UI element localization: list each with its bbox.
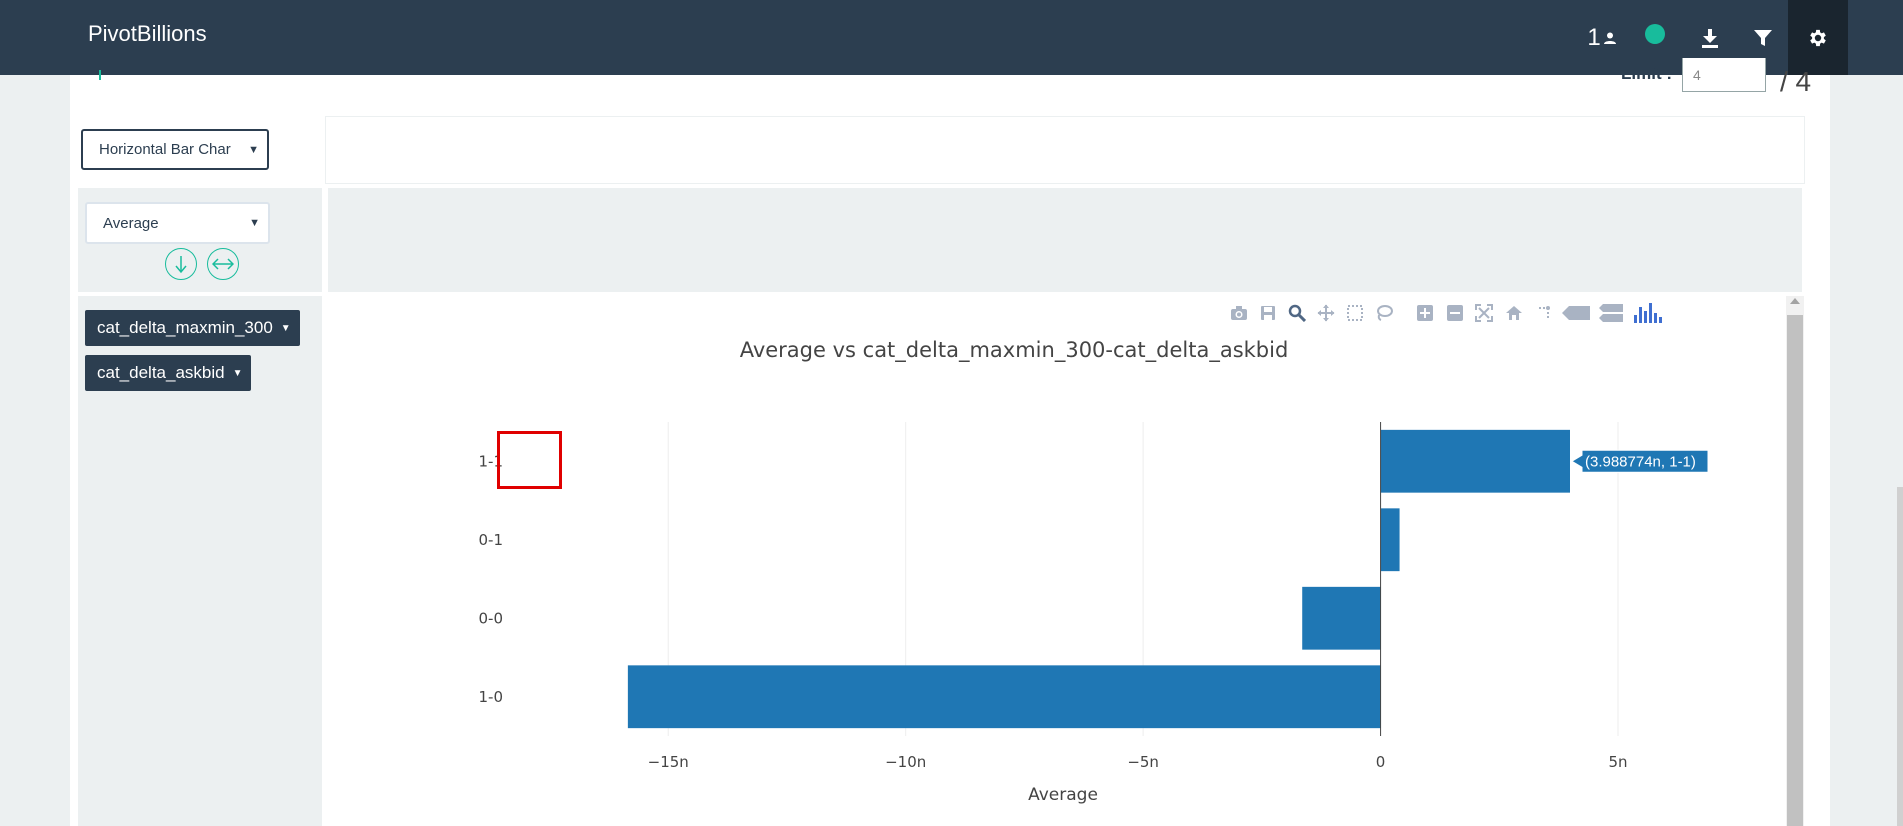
limit-total: / 4 (1780, 66, 1812, 97)
x-tick-label: 5n (1608, 753, 1627, 771)
users-button[interactable]: 1 (1582, 0, 1622, 75)
arrow-left-right-icon (212, 258, 234, 270)
settings-button[interactable] (1788, 0, 1848, 75)
caret-down-icon: ▼ (232, 367, 243, 379)
accent-marker (99, 70, 101, 80)
dimension-label: cat_delta_askbid (97, 363, 225, 382)
caret-down-icon: ▼ (280, 322, 291, 334)
limit-label: Limit : (1621, 64, 1672, 83)
value-columns-area (328, 188, 1802, 292)
user-icon (1603, 32, 1616, 44)
chart-options-area (325, 116, 1805, 184)
chevron-down-icon: ▼ (248, 143, 259, 156)
status-dot-icon (1645, 23, 1665, 44)
x-tick-label: 0 (1376, 753, 1386, 771)
gear-icon (1810, 29, 1826, 46)
download-icon (1702, 28, 1718, 48)
top-navbar: PivotBillions 1 (0, 0, 1903, 75)
aggregation-select[interactable]: Average ▼ (85, 202, 270, 244)
y-tick-label: 1-0 (479, 688, 504, 706)
bar-chart-plot: −15n −10n −5n 0 5n 1-1 0-1 0-0 1-0 Average (3.9887… (479, 422, 1709, 805)
bar-1-0[interactable] (627, 665, 1381, 729)
sort-button[interactable] (165, 248, 197, 280)
x-tick-label: −5n (1127, 753, 1159, 771)
x-tick-label: −10n (885, 753, 926, 771)
arrow-down-icon (175, 256, 187, 274)
hover-tooltip: (3.988774n, 1-1) (1571, 449, 1709, 473)
bar-1-1[interactable] (1380, 429, 1570, 493)
limit-input[interactable] (1682, 58, 1766, 92)
chart-type-value: Horizontal Bar Char (99, 141, 231, 158)
y-tick-label: 0-0 (479, 609, 504, 627)
dimension-label: cat_delta_maxmin_300 (97, 318, 273, 337)
scroll-up-arrow-icon[interactable] (1790, 298, 1800, 304)
app-brand[interactable]: PivotBillions (88, 21, 207, 47)
y-tick-label: 1-1 (479, 452, 504, 470)
page-scrollbar[interactable] (1897, 487, 1903, 826)
swap-axes-button[interactable] (207, 248, 239, 280)
hover-tooltip-text: (3.988774n, 1-1) (1585, 453, 1696, 470)
user-count: 1 (1587, 23, 1601, 51)
chart-scroll-thumb[interactable] (1787, 315, 1803, 826)
x-tick-label: −15n (648, 753, 689, 771)
dimension-button-1[interactable]: cat_delta_maxmin_300 ▼ (85, 310, 300, 346)
aggregation-value: Average (103, 214, 159, 232)
x-axis-label: Average (1028, 785, 1098, 805)
chart-type-select[interactable]: Horizontal Bar Char ▼ (81, 129, 269, 170)
bar-0-1[interactable] (1380, 508, 1400, 572)
y-tick-label: 0-1 (479, 531, 504, 549)
filter-icon (1754, 29, 1772, 46)
dimension-button-2[interactable]: cat_delta_askbid ▼ (85, 355, 251, 391)
chevron-down-icon: ▼ (249, 217, 260, 229)
bar-0-0[interactable] (1302, 586, 1381, 650)
